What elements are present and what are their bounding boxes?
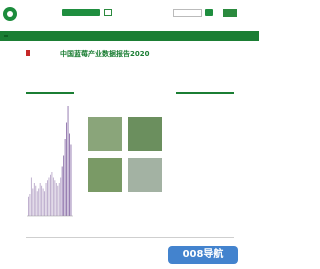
list-item[interactable] <box>176 139 234 144</box>
chart-bar <box>29 194 31 216</box>
site-logo[interactable] <box>3 7 17 21</box>
list-item[interactable] <box>26 260 98 265</box>
search-placeholder <box>174 11 175 15</box>
chart-bar <box>61 166 63 216</box>
chart-bar <box>66 122 68 216</box>
main-nav <box>0 31 259 41</box>
chart-bar <box>55 183 57 216</box>
photo-2[interactable] <box>128 117 162 151</box>
chart-bar <box>54 180 56 216</box>
headline-tag <box>26 50 30 56</box>
chart-bar <box>42 188 44 216</box>
search-input[interactable] <box>173 9 202 17</box>
auth-buttons <box>62 9 112 16</box>
login-button[interactable] <box>62 9 100 16</box>
chart-bar <box>44 191 46 216</box>
chart-bar <box>32 188 34 216</box>
chart-bar <box>28 196 29 216</box>
nav-item-home[interactable] <box>4 35 8 37</box>
chart-bar <box>39 183 41 216</box>
news-list-panel <box>176 92 234 144</box>
photo-1[interactable] <box>88 117 122 151</box>
chart-bar <box>36 191 38 216</box>
photo-3[interactable] <box>88 158 122 192</box>
chart-bar <box>38 188 40 216</box>
bar-chart <box>27 106 73 217</box>
chart-bar <box>33 183 35 216</box>
chart-bar <box>67 106 69 216</box>
chart-bar <box>70 144 72 216</box>
chart-bar <box>47 180 48 216</box>
chart-bar <box>60 177 62 216</box>
images-section-title <box>88 92 168 96</box>
chart-bar <box>52 177 54 216</box>
q-button[interactable] <box>223 9 237 17</box>
chart-bar <box>64 139 66 216</box>
bottom-left-list <box>26 240 98 265</box>
register-button[interactable] <box>104 9 112 16</box>
site-name[interactable] <box>19 10 37 16</box>
chart-bar <box>50 174 51 216</box>
chart-bar <box>58 183 60 216</box>
chart-bar <box>57 185 59 216</box>
headline-title[interactable]: 中国蓝莓产业数据报告2020 <box>60 49 149 59</box>
photo-4[interactable] <box>128 158 162 192</box>
chart-panel <box>26 92 74 234</box>
chart-bar <box>41 185 43 216</box>
watermark-badge: 008导航 <box>168 246 238 264</box>
chart-bar <box>35 185 37 216</box>
chart-bar <box>69 133 70 216</box>
chart-bar <box>45 183 47 216</box>
chart-bar <box>30 177 32 216</box>
search-button[interactable] <box>205 9 213 16</box>
chart-bar <box>63 155 65 216</box>
bottom-divider <box>26 237 234 238</box>
chart-bar <box>51 172 53 216</box>
chart-bar <box>48 177 50 216</box>
